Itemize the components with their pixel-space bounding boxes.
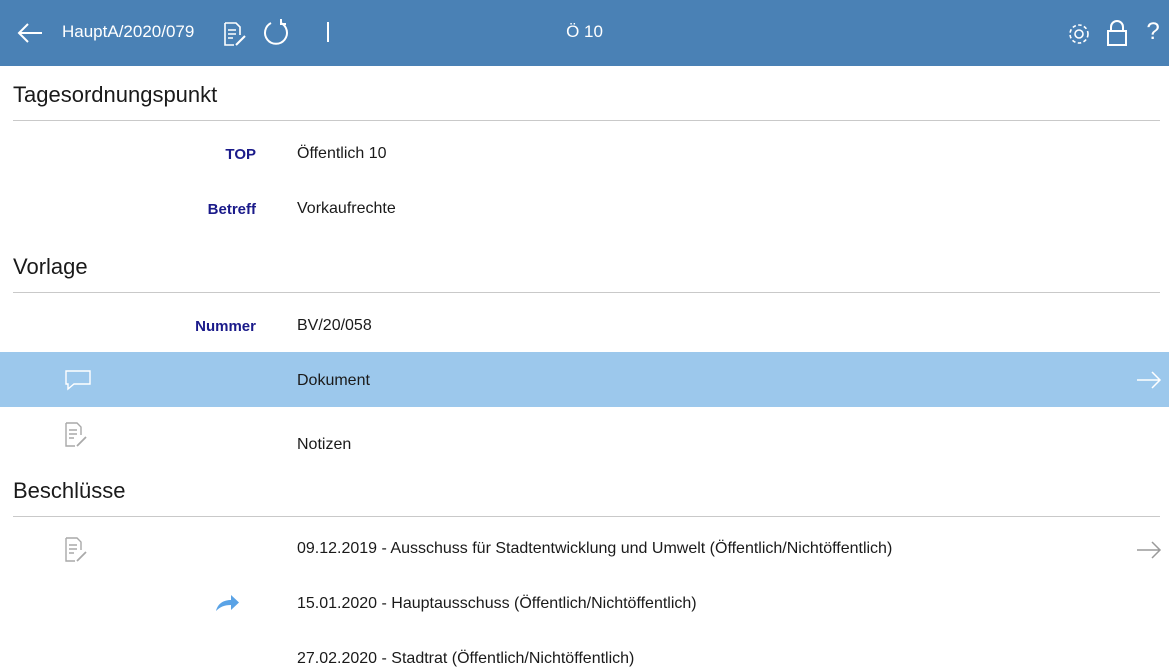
note-edit-icon[interactable] — [60, 535, 92, 565]
app-header: HauptA/2020/079 Ö 10 ? — [0, 0, 1169, 66]
top-value: Öffentlich 10 — [297, 145, 387, 162]
top-label: TOP — [225, 146, 256, 163]
arrow-right-icon[interactable] — [1129, 366, 1169, 394]
refresh-icon[interactable] — [260, 18, 292, 48]
speech-bubble-icon — [60, 366, 96, 394]
divider — [13, 292, 1160, 293]
meeting-reference[interactable]: HauptA/2020/079 — [62, 22, 194, 42]
notes-label[interactable]: Notizen — [297, 436, 351, 454]
number-value: BV/20/058 — [297, 317, 372, 334]
document-edit-icon[interactable] — [221, 20, 247, 48]
agenda-item-indicator: Ö 10 — [566, 22, 603, 41]
number-label: Nummer — [195, 318, 256, 335]
decision-item[interactable]: 15.01.2020 - Hauptausschuss (Öffentlich/… — [297, 595, 697, 613]
toolbar-separator — [327, 22, 329, 42]
forward-arrow-icon — [212, 590, 242, 616]
arrow-right-icon[interactable] — [1129, 536, 1169, 564]
help-button[interactable]: ? — [1142, 16, 1164, 48]
section-title-agenda: Tagesordnungspunkt — [13, 82, 218, 107]
arrow-left-icon[interactable] — [14, 18, 46, 48]
divider — [13, 120, 1160, 121]
section-title-proposal: Vorlage — [13, 254, 88, 279]
decision-item[interactable]: 27.02.2020 - Stadtrat (Öffentlich/Nichtö… — [297, 650, 634, 668]
document-row[interactable] — [0, 352, 1169, 407]
note-edit-icon[interactable] — [60, 420, 92, 450]
divider — [13, 516, 1160, 517]
subject-value: Vorkaufrechte — [297, 200, 396, 217]
subject-label: Betreff — [207, 201, 256, 218]
decision-item[interactable]: 09.12.2019 - Ausschuss für Stadtentwickl… — [297, 540, 892, 558]
section-title-decisions: Beschlüsse — [13, 478, 126, 503]
lock-icon[interactable] — [1104, 18, 1130, 48]
gear-icon[interactable] — [1065, 20, 1093, 48]
document-label[interactable]: Dokument — [297, 372, 370, 390]
